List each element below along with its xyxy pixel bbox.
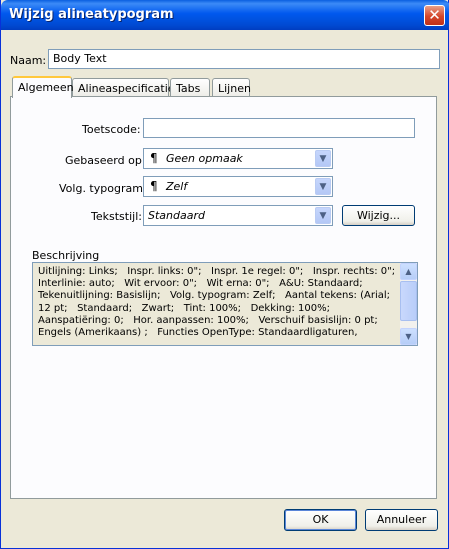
pilcrow-icon: ¶	[150, 179, 158, 193]
dialog-window: Wijzig alineatypogram ✕ Naam: Body Text …	[0, 0, 449, 549]
description-box: Uitlijning: Links; Inspr. links: 0"; Ins…	[32, 262, 418, 346]
tab-label: Lijnen	[218, 82, 251, 95]
description-label: Beschrijving	[32, 249, 100, 262]
edit-text-style-button[interactable]: Wijzig...	[342, 205, 415, 226]
scroll-down-icon[interactable]: ▼	[400, 328, 417, 345]
name-field[interactable]: Body Text	[48, 49, 440, 69]
text-style-label: Tekststijl:	[91, 210, 142, 223]
tab-label: Alineaspecificaties	[78, 82, 181, 95]
pilcrow-icon: ¶	[150, 151, 158, 165]
tab-tabs[interactable]: Tabs	[170, 78, 210, 98]
tab-label: Tabs	[176, 82, 201, 95]
description-text: Uitlijning: Links; Inspr. links: 0"; Ins…	[38, 266, 396, 339]
title-bar[interactable]: Wijzig alineatypogram ✕	[1, 0, 449, 30]
next-style-value: Zelf	[166, 180, 188, 193]
close-button[interactable]: ✕	[424, 5, 445, 26]
cancel-button[interactable]: Annuleer	[365, 509, 438, 531]
shortcut-label: Toetscode:	[82, 123, 141, 136]
tab-label: Algemeen	[18, 81, 74, 94]
shortcut-field[interactable]	[143, 118, 415, 138]
ok-button[interactable]: OK	[284, 509, 357, 531]
tab-lijnen[interactable]: Lijnen	[212, 78, 251, 98]
text-style-value: Standaard	[148, 209, 205, 222]
close-icon: ✕	[428, 6, 441, 24]
chevron-down-icon[interactable]: ▼	[315, 150, 331, 167]
dialog-title: Wijzig alineatypogram	[9, 7, 174, 22]
based-on-select[interactable]: ¶ Geen opmaak ▼	[143, 148, 333, 169]
tab-alineaspecificaties[interactable]: Alineaspecificaties	[72, 78, 180, 98]
chevron-down-icon[interactable]: ▼	[315, 207, 331, 224]
scroll-thumb[interactable]	[400, 281, 417, 321]
based-on-value: Geen opmaak	[166, 152, 243, 165]
next-style-label: Volg. typogram:	[59, 182, 147, 195]
next-style-select[interactable]: ¶ Zelf ▼	[143, 176, 333, 197]
based-on-label: Gebaseerd op:	[65, 154, 146, 167]
description-scrollbar[interactable]: ▲ ▼	[400, 263, 417, 345]
name-label: Naam:	[10, 54, 47, 67]
tab-algemeen[interactable]: Algemeen	[12, 76, 74, 98]
scroll-up-icon[interactable]: ▲	[400, 263, 417, 280]
chevron-down-icon[interactable]: ▼	[315, 178, 331, 195]
text-style-select[interactable]: Standaard ▼	[143, 205, 333, 226]
